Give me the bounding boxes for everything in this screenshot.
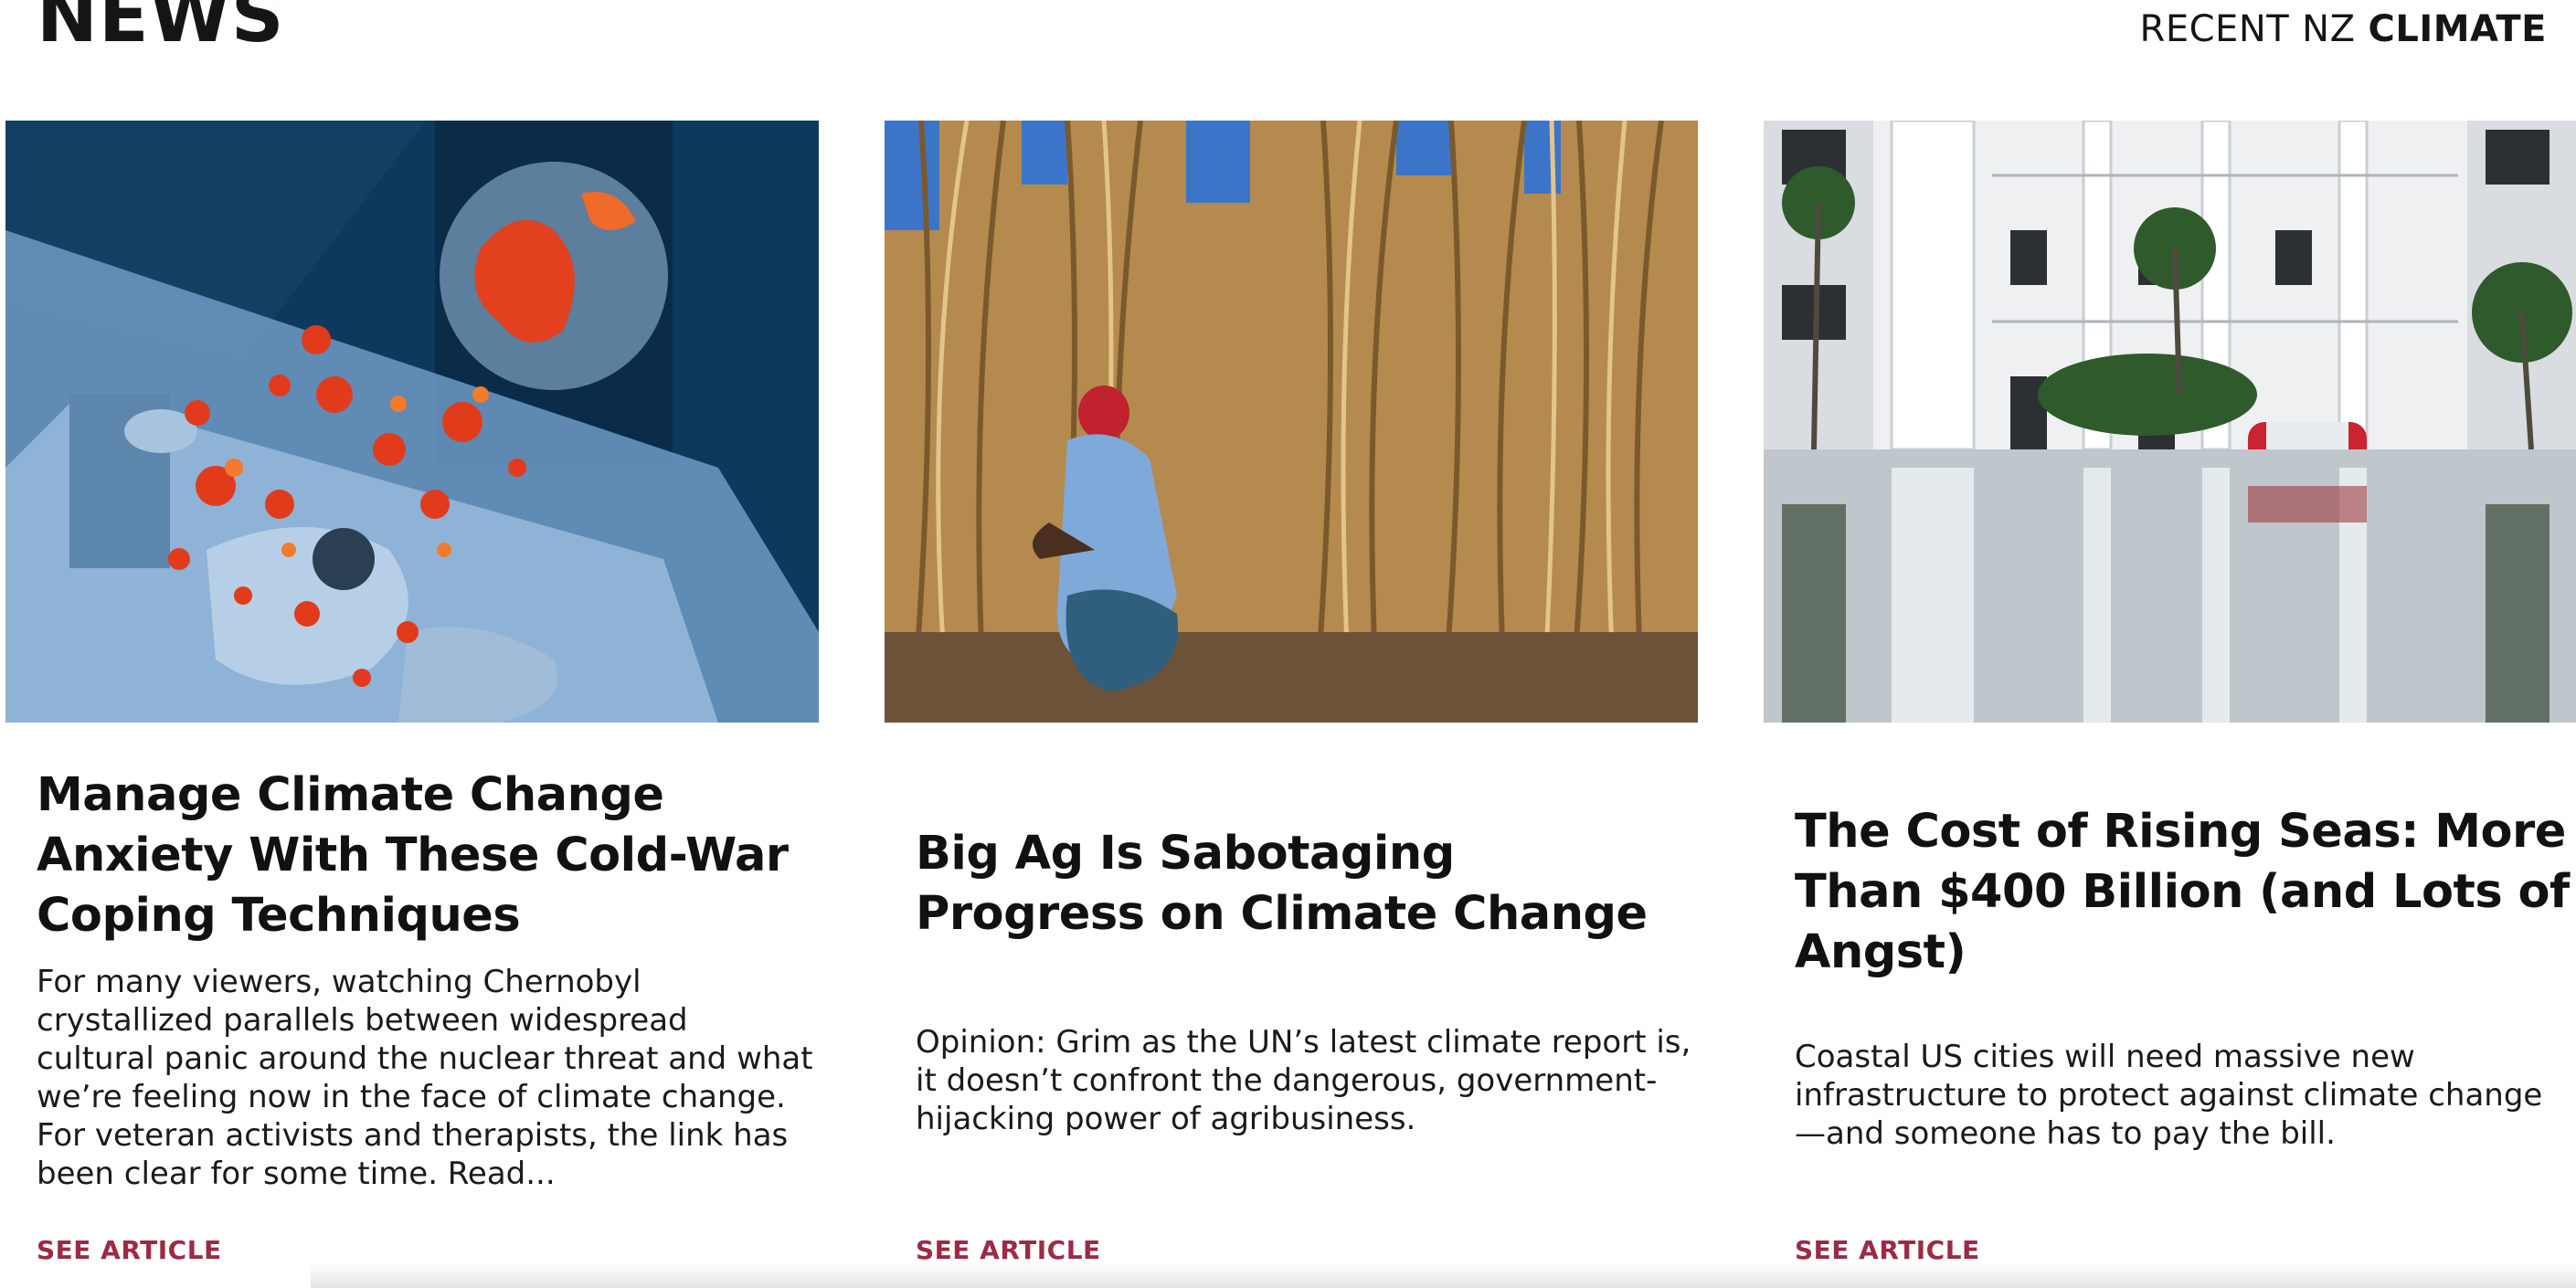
article-title[interactable]: Big Ag Is Sabotaging Progress on Climate… <box>916 824 1692 945</box>
section-nav: RECENT NZ CLIMATE <box>2140 9 2547 49</box>
article-title[interactable]: Manage Climate Change Anxiety With These… <box>37 765 813 946</box>
article-image[interactable] <box>885 121 1698 723</box>
page-title: NEWS <box>37 0 285 58</box>
article-image[interactable] <box>5 121 819 723</box>
article-description: For many viewers, watching Chernobyl cry… <box>37 964 813 1192</box>
see-article-link[interactable]: SEE ARTICLE <box>916 1235 1101 1265</box>
article-description: Coastal US cities will need massive new … <box>1795 1039 2543 1152</box>
see-article-link[interactable]: SEE ARTICLE <box>37 1235 222 1265</box>
article-title[interactable]: The Cost of Rising Seas: More Than $400 … <box>1795 802 2571 983</box>
nav-recent[interactable]: RECENT <box>2140 9 2290 49</box>
scroll-shadow <box>311 1262 2576 1288</box>
see-article-link[interactable]: SEE ARTICLE <box>1795 1235 1980 1265</box>
nav-climate[interactable]: CLIMATE <box>2369 9 2548 49</box>
nav-nz[interactable]: NZ <box>2302 9 2355 49</box>
corn-field-photo <box>885 121 1698 723</box>
article-card: Big Ag Is Sabotaging Progress on Climate… <box>885 121 1698 1288</box>
article-card: The Cost of Rising Seas: More Than $400 … <box>1764 121 2576 1288</box>
article-image[interactable] <box>1764 121 2576 723</box>
flooded-apartments-photo <box>1764 121 2576 723</box>
article-card: Manage Climate Change Anxiety With These… <box>5 121 819 1288</box>
climate-anxiety-illustration <box>5 121 819 723</box>
article-description: Opinion: Grim as the UN’s latest climate… <box>916 1024 1691 1137</box>
